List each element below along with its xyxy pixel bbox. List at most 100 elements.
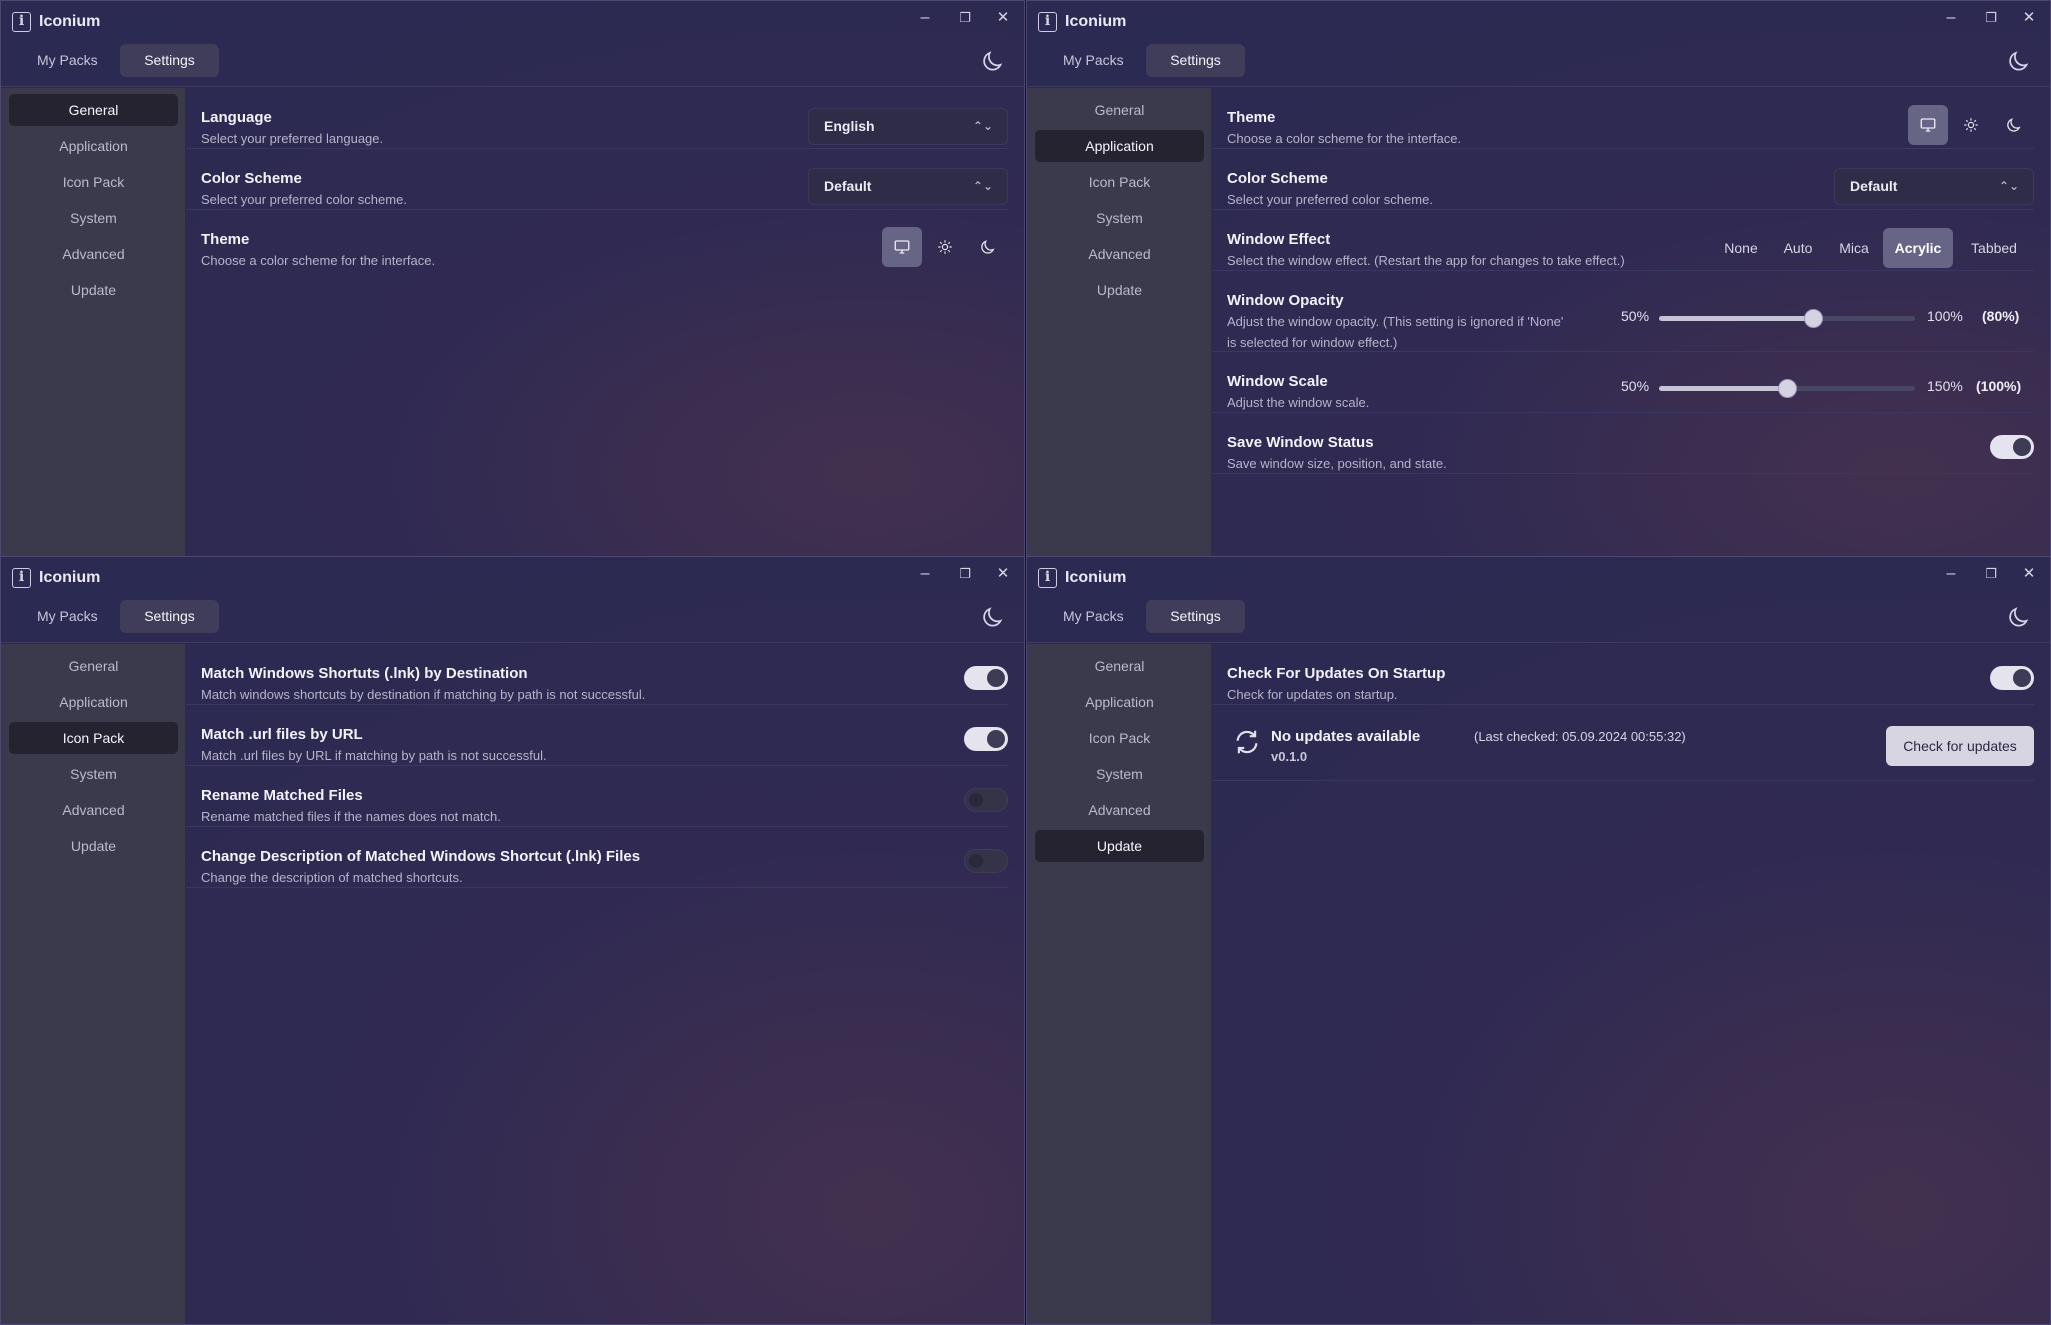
sidebar-item-general[interactable]: General [1035, 94, 1204, 126]
tab-settings[interactable]: Settings [120, 600, 219, 633]
setting-title: Change Description of Matched Windows Sh… [201, 848, 641, 865]
moon-icon[interactable] [2006, 604, 2032, 630]
sidebar-item-advanced[interactable]: Advanced [1035, 794, 1204, 826]
color-scheme-select[interactable]: Default ⌃⌄ [1834, 168, 2034, 205]
app-logo-icon: i [12, 12, 31, 32]
theme-selector [1908, 105, 2034, 145]
match-lnk-toggle[interactable] [964, 666, 1008, 690]
moon-icon[interactable] [2006, 48, 2032, 74]
slider-track[interactable] [1659, 309, 1915, 328]
effect-option-mica[interactable]: Mica [1829, 228, 1879, 268]
tab-my-packs[interactable]: My Packs [1041, 600, 1146, 633]
slider-track[interactable] [1659, 379, 1915, 398]
minimize-icon[interactable]: – [1940, 563, 1962, 585]
toggle-knob [2013, 669, 2031, 687]
rename-matched-toggle[interactable] [964, 788, 1008, 812]
effect-option-tabbed[interactable]: Tabbed [1957, 228, 2031, 268]
title-bar[interactable]: i Iconium – ❐ ✕ [1027, 557, 2050, 597]
tab-settings[interactable]: Settings [1146, 44, 1245, 77]
theme-dark-button[interactable] [1994, 105, 2034, 145]
moon-icon[interactable] [980, 48, 1006, 74]
theme-light-button[interactable] [925, 227, 965, 267]
sun-icon [1964, 118, 1978, 132]
effect-option-auto[interactable]: Auto [1772, 228, 1824, 268]
setting-title: Match .url files by URL [201, 726, 363, 743]
sidebar-item-application[interactable]: Application [1035, 130, 1204, 162]
slider-thumb[interactable] [1778, 379, 1797, 398]
close-icon[interactable]: ✕ [2018, 563, 2040, 585]
refresh-icon [1236, 730, 1258, 754]
check-updates-startup-toggle[interactable] [1990, 666, 2034, 690]
sidebar-item-icon-pack[interactable]: Icon Pack [9, 166, 178, 198]
setting-theme: Theme Choose a color scheme for the inte… [186, 210, 1008, 271]
sidebar-item-general[interactable]: General [9, 650, 178, 682]
restore-icon[interactable]: ❐ [1980, 563, 2002, 585]
sidebar-item-advanced[interactable]: Advanced [9, 238, 178, 270]
theme-system-button[interactable] [1908, 105, 1948, 145]
toggle-knob [969, 793, 983, 807]
check-for-updates-button[interactable]: Check for updates [1886, 726, 2034, 766]
setting-title: Match Windows Shortuts (.lnk) by Destina… [201, 665, 528, 682]
effect-option-acrylic[interactable]: Acrylic [1883, 228, 1953, 268]
sidebar-item-update[interactable]: Update [1035, 274, 1204, 306]
match-url-toggle[interactable] [964, 727, 1008, 751]
sidebar-item-application[interactable]: Application [1035, 686, 1204, 718]
sidebar-item-system[interactable]: System [9, 758, 178, 790]
close-icon[interactable]: ✕ [992, 563, 1014, 585]
color-scheme-select[interactable]: Default ⌃⌄ [808, 168, 1008, 205]
sidebar-item-update[interactable]: Update [9, 830, 178, 862]
title-bar[interactable]: i Iconium – ❐ ✕ [1027, 1, 2050, 41]
minimize-icon[interactable]: – [914, 563, 936, 585]
sidebar: General Application Icon Pack System Adv… [1, 644, 185, 1324]
sidebar-item-application[interactable]: Application [9, 130, 178, 162]
language-select[interactable]: English ⌃⌄ [808, 108, 1008, 145]
effect-option-none[interactable]: None [1714, 228, 1768, 268]
sidebar-item-application[interactable]: Application [9, 686, 178, 718]
sidebar-item-update[interactable]: Update [1035, 830, 1204, 862]
sidebar-item-general[interactable]: General [9, 94, 178, 126]
slider-min-label: 50% [1621, 308, 1650, 324]
color-scheme-select-value: Default [1850, 178, 1898, 194]
minimize-icon[interactable]: – [914, 7, 936, 29]
opacity-slider[interactable]: 50% 100% (80%) [1621, 306, 2035, 330]
theme-dark-button[interactable] [968, 227, 1008, 267]
restore-icon[interactable]: ❐ [954, 563, 976, 585]
setting-color-scheme: Color Scheme Select your preferred color… [1212, 149, 2034, 210]
setting-description: Check for updates on startup. [1227, 687, 1398, 702]
sidebar-item-icon-pack[interactable]: Icon Pack [9, 722, 178, 754]
tab-my-packs[interactable]: My Packs [1041, 44, 1146, 77]
title-bar[interactable]: i Iconium – ❐ ✕ [1, 1, 1024, 41]
setting-match-url: Match .url files by URL Match .url files… [186, 705, 1008, 766]
tab-my-packs[interactable]: My Packs [15, 600, 120, 633]
moon-icon[interactable] [980, 604, 1006, 630]
sidebar-item-advanced[interactable]: Advanced [9, 794, 178, 826]
title-bar[interactable]: i Iconium – ❐ ✕ [1, 557, 1024, 597]
settings-content: Check For Updates On Startup Check for u… [1212, 644, 2050, 1324]
tab-settings[interactable]: Settings [1146, 600, 1245, 633]
minimize-icon[interactable]: – [1940, 7, 1962, 29]
slider-fill [1659, 386, 1787, 391]
theme-light-button[interactable] [1951, 105, 1991, 145]
restore-icon[interactable]: ❐ [954, 7, 976, 29]
save-window-status-toggle[interactable] [1990, 435, 2034, 459]
sidebar-item-advanced[interactable]: Advanced [1035, 238, 1204, 270]
sidebar-item-update[interactable]: Update [9, 274, 178, 306]
sidebar-item-icon-pack[interactable]: Icon Pack [1035, 722, 1204, 754]
sidebar: General Application Icon Pack System Adv… [1027, 644, 1211, 1324]
theme-system-button[interactable] [882, 227, 922, 267]
tab-settings[interactable]: Settings [120, 44, 219, 77]
change-description-toggle[interactable] [964, 849, 1008, 873]
sidebar-item-system[interactable]: System [1035, 202, 1204, 234]
tab-my-packs[interactable]: My Packs [15, 44, 120, 77]
close-icon[interactable]: ✕ [992, 7, 1014, 29]
setting-change-description: Change Description of Matched Windows Sh… [186, 827, 1008, 888]
window-effect-selector: None Auto Mica Acrylic Tabbed [1714, 228, 2034, 268]
sidebar-item-system[interactable]: System [9, 202, 178, 234]
sidebar-item-icon-pack[interactable]: Icon Pack [1035, 166, 1204, 198]
restore-icon[interactable]: ❐ [1980, 7, 2002, 29]
scale-slider[interactable]: 50% 150% (100%) [1621, 376, 2035, 400]
sidebar-item-system[interactable]: System [1035, 758, 1204, 790]
slider-thumb[interactable] [1803, 309, 1823, 328]
close-icon[interactable]: ✕ [2018, 7, 2040, 29]
sidebar-item-general[interactable]: General [1035, 650, 1204, 682]
